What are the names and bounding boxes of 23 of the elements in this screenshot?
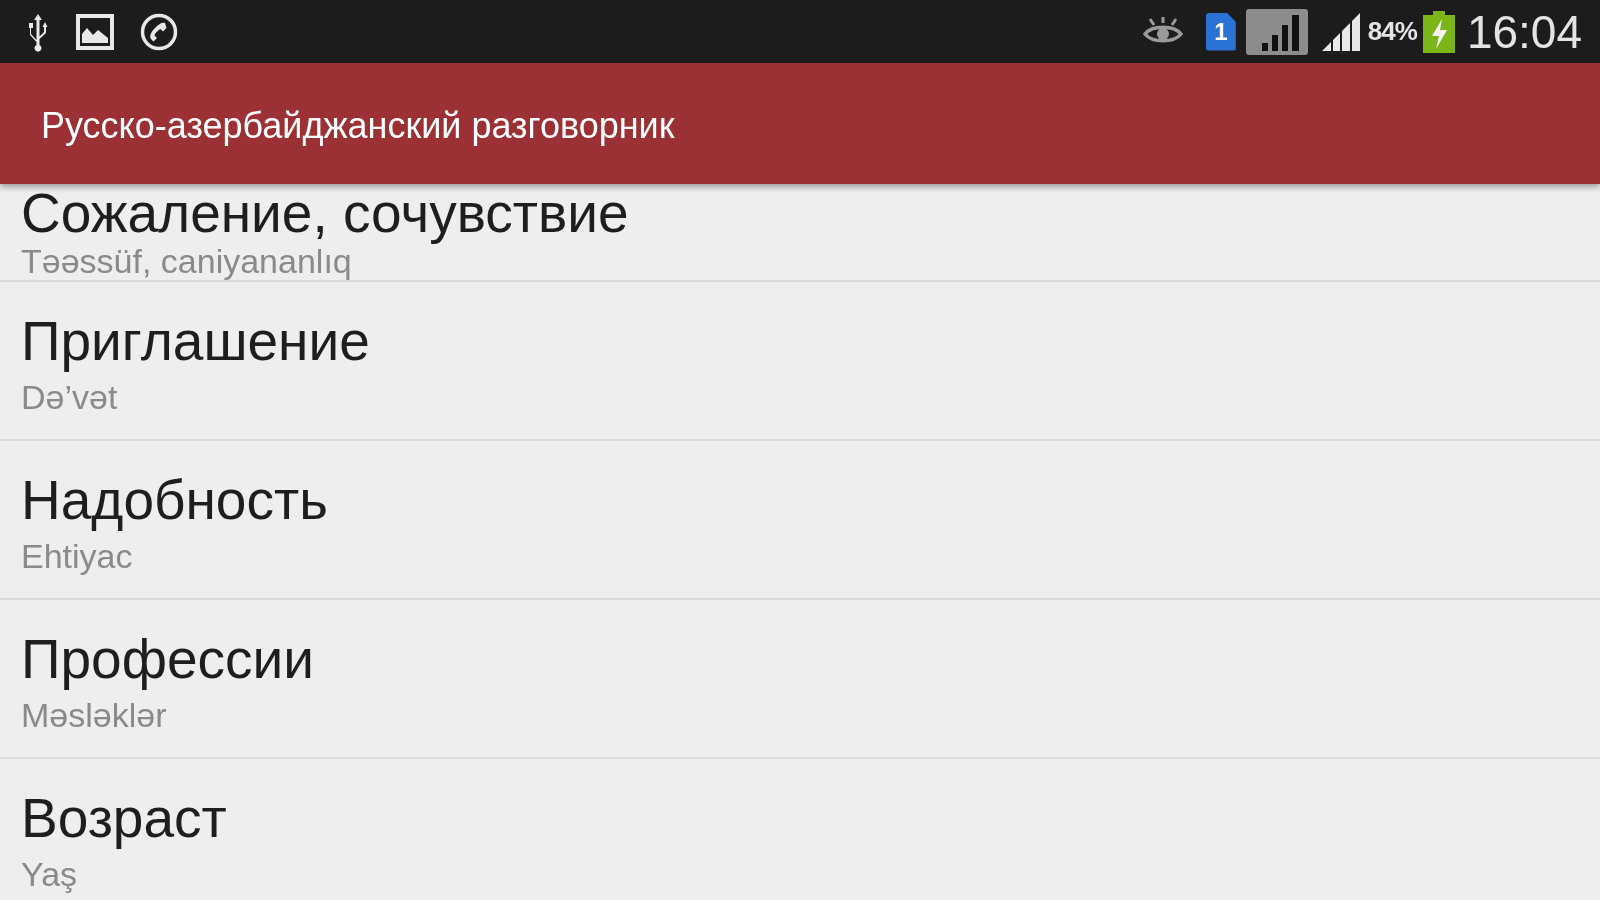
item-title: Сожаление, сочувствие [21, 184, 629, 242]
list-item[interactable]: Сожаление, сочувствие Təəssüf, caniyananlıq [0, 184, 1600, 282]
battery-charging-icon [1422, 10, 1455, 53]
sim-slot-number: 1 [1214, 19, 1228, 44]
list-item[interactable]: Возраст Yaş [0, 759, 1600, 900]
image-icon [76, 13, 114, 50]
item-subtitle: Də’vət [21, 378, 118, 416]
list-item[interactable]: Надобность Ehtiyac [0, 441, 1600, 600]
item-title: Надобность [21, 471, 328, 529]
item-subtitle: Təəssüf, caniyananlıq [21, 242, 352, 280]
list-item[interactable]: Профессии Məsləklər [0, 600, 1600, 759]
phone-in-circle-icon [140, 12, 178, 51]
list-item[interactable]: Приглашение Də’vət [0, 282, 1600, 441]
item-subtitle: Ehtiyac [21, 537, 133, 575]
clock-time: 16:04 [1466, 8, 1582, 55]
item-subtitle: Məsləklər [21, 696, 167, 734]
item-subtitle: Yaş [21, 855, 78, 893]
item-title: Профессии [21, 630, 314, 688]
item-title: Приглашение [21, 312, 370, 370]
app-title: Русско-азербайджанский разговорник [41, 103, 675, 144]
item-title: Возраст [21, 789, 227, 847]
signal-icon [1245, 8, 1308, 55]
battery-percentage: 84% [1367, 15, 1417, 48]
